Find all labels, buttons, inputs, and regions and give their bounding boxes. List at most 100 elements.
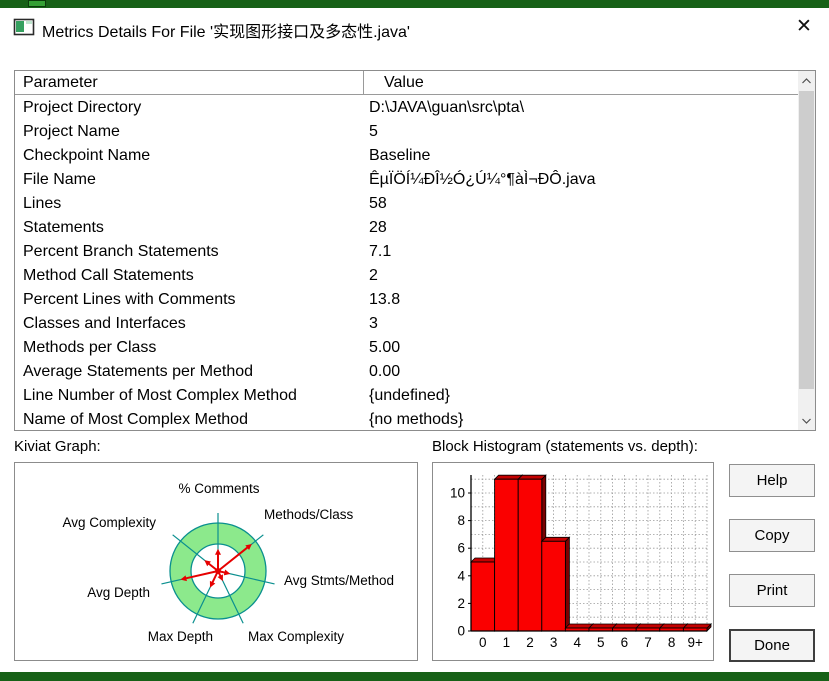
parameter-cell: Average Statements per Method: [23, 363, 254, 380]
table-row[interactable]: Lines 58: [15, 192, 798, 216]
kiviat-graph-label: Kiviat Graph:: [14, 438, 101, 455]
table-row[interactable]: Statements 28: [15, 216, 798, 240]
copy-button[interactable]: Copy: [729, 519, 815, 552]
print-button[interactable]: Print: [729, 574, 815, 607]
value-cell: 28: [369, 219, 387, 236]
bar-front-face: [541, 540, 566, 632]
bar-top-face: [493, 474, 524, 480]
screen: Metrics Details For File '实现图形接口及多态性.jav…: [0, 0, 829, 681]
parameter-cell: Lines: [23, 195, 62, 212]
value-cell: 5.00: [369, 339, 401, 356]
parameter-cell: File Name: [23, 171, 96, 188]
kiviat-axis-label: Avg Stmts/Method: [284, 573, 394, 588]
x-tick-label: 4: [573, 635, 581, 650]
table-row[interactable]: Classes and Interfaces 3: [15, 312, 798, 336]
background-window-strip-bottom: [0, 672, 829, 681]
parameter-cell: Methods per Class: [23, 339, 157, 356]
value-cell: {undefined}: [369, 387, 450, 404]
value-cell: 3: [369, 315, 378, 332]
y-tick-label: 6: [457, 541, 465, 556]
table-row[interactable]: File Name ÊµÏÖÍ¼ÐÎ½Ó¿Ú¼°¶àÌ¬ÐÔ.java: [15, 168, 798, 192]
close-button[interactable]: ✕: [791, 14, 817, 40]
column-header-value[interactable]: Value: [364, 71, 815, 94]
x-tick-label: 2: [526, 635, 534, 650]
kiviat-axis-label: Max Complexity: [248, 629, 344, 644]
parameter-cell: Percent Branch Statements: [23, 243, 219, 260]
y-tick-label: 0: [457, 624, 465, 639]
value-cell: 0.00: [369, 363, 401, 380]
table-row[interactable]: Percent Lines with Comments 13.8: [15, 288, 798, 312]
bar-front-face: [517, 478, 543, 632]
help-button[interactable]: Help: [729, 464, 815, 497]
table-row[interactable]: Project Name 5: [15, 120, 798, 144]
y-tick-label: 4: [457, 568, 465, 583]
kiviat-center-dot: [215, 568, 221, 574]
x-tick-label: 8: [668, 635, 676, 650]
bar-top-face: [564, 623, 594, 629]
table-row[interactable]: Methods per Class 5.00: [15, 336, 798, 360]
chevron-down-icon: [802, 418, 811, 424]
dialog-titlebar[interactable]: Metrics Details For File '实现图形接口及多态性.jav…: [0, 8, 829, 50]
background-window-icon: [28, 0, 46, 7]
x-tick-label: 3: [550, 635, 558, 650]
parameter-cell: Method Call Statements: [23, 267, 194, 284]
scroll-down-button[interactable]: [798, 412, 815, 429]
scroll-up-button[interactable]: [798, 72, 815, 89]
parameter-cell: Statements: [23, 219, 104, 236]
x-tick-label: 6: [621, 635, 629, 650]
x-tick-label: 1: [503, 635, 511, 650]
parameter-cell: Classes and Interfaces: [23, 315, 186, 332]
y-tick-label: 8: [457, 513, 465, 528]
parameter-cell: Line Number of Most Complex Method: [23, 387, 297, 404]
bar-top-face: [540, 536, 571, 542]
metrics-table: Parameter Value Project Directory D:\JAVA…: [14, 70, 816, 431]
bar-side-face: [564, 536, 570, 632]
kiviat-axis-label: Avg Depth: [87, 585, 150, 600]
table-row[interactable]: Line Number of Most Complex Method {undef…: [15, 384, 798, 408]
block-histogram-panel: 0 2 4 6 8 10 0 1 2 3 4 5 6 7 8 9+: [432, 462, 714, 661]
parameter-cell: Project Name: [23, 123, 120, 140]
bar-front-face: [470, 561, 496, 632]
dialog-title: Metrics Details For File '实现图形接口及多态性.jav…: [42, 24, 410, 41]
kiviat-axis-label: Avg Complexity: [62, 515, 156, 530]
value-cell: 13.8: [369, 291, 401, 308]
bar-front-face: [494, 478, 519, 632]
kiviat-graph: % Comments Methods/Class Avg Stmts/Method M…: [62, 481, 394, 644]
table-row[interactable]: Method Call Statements 2: [15, 264, 798, 288]
block-histogram-chart: 02468100 1 2 3 4 5 6 7 8 9+: [450, 474, 712, 650]
value-cell: D:\JAVA\guan\src\pta\: [369, 99, 525, 116]
table-header: Parameter Value: [15, 71, 815, 95]
column-header-parameter[interactable]: Parameter: [15, 71, 364, 94]
parameter-cell: Name of Most Complex Method: [23, 411, 248, 428]
metrics-details-dialog: Metrics Details For File '实现图形接口及多态性.jav…: [0, 8, 829, 672]
bar-top-face: [588, 623, 618, 629]
kiviat-axis-label: Methods/Class: [264, 507, 354, 522]
bar-top-face: [682, 623, 712, 629]
table-row[interactable]: Project Directory D:\JAVA\guan\src\pta\: [15, 96, 798, 120]
y-tick-label: 10: [450, 486, 465, 501]
table-body: Project Directory D:\JAVA\guan\src\pta\ Pr…: [15, 96, 798, 430]
value-cell: ÊµÏÖÍ¼ÐÎ½Ó¿Ú¼°¶àÌ¬ÐÔ.java: [369, 171, 596, 188]
parameter-cell: Project Directory: [23, 99, 142, 116]
scrollbar-thumb[interactable]: [799, 91, 814, 389]
done-button[interactable]: Done: [729, 629, 815, 662]
table-row[interactable]: Percent Branch Statements 7.1: [15, 240, 798, 264]
background-window-strip-top: [0, 0, 829, 8]
x-tick-label: 5: [597, 635, 605, 650]
value-cell: {no methods}: [369, 411, 464, 428]
parameter-cell: Percent Lines with Comments: [23, 291, 236, 308]
table-row[interactable]: Checkpoint Name Baseline: [15, 144, 798, 168]
bar-top-face: [635, 623, 665, 629]
table-row[interactable]: Average Statements per Method 0.00: [15, 360, 798, 384]
mini-window-icon: [13, 18, 35, 36]
x-tick-label: 9+: [687, 635, 703, 650]
x-tick-label: 0: [479, 635, 487, 650]
value-cell: Baseline: [369, 147, 431, 164]
parameter-cell: Checkpoint Name: [23, 147, 151, 164]
table-scrollbar[interactable]: [798, 71, 815, 430]
table-row[interactable]: Name of Most Complex Method {no methods}: [15, 408, 798, 430]
y-tick-label: 2: [457, 596, 465, 611]
kiviat-axis-label: % Comments: [178, 481, 259, 496]
value-cell: 7.1: [369, 243, 392, 260]
kiviat-axis-label: Max Depth: [148, 629, 213, 644]
